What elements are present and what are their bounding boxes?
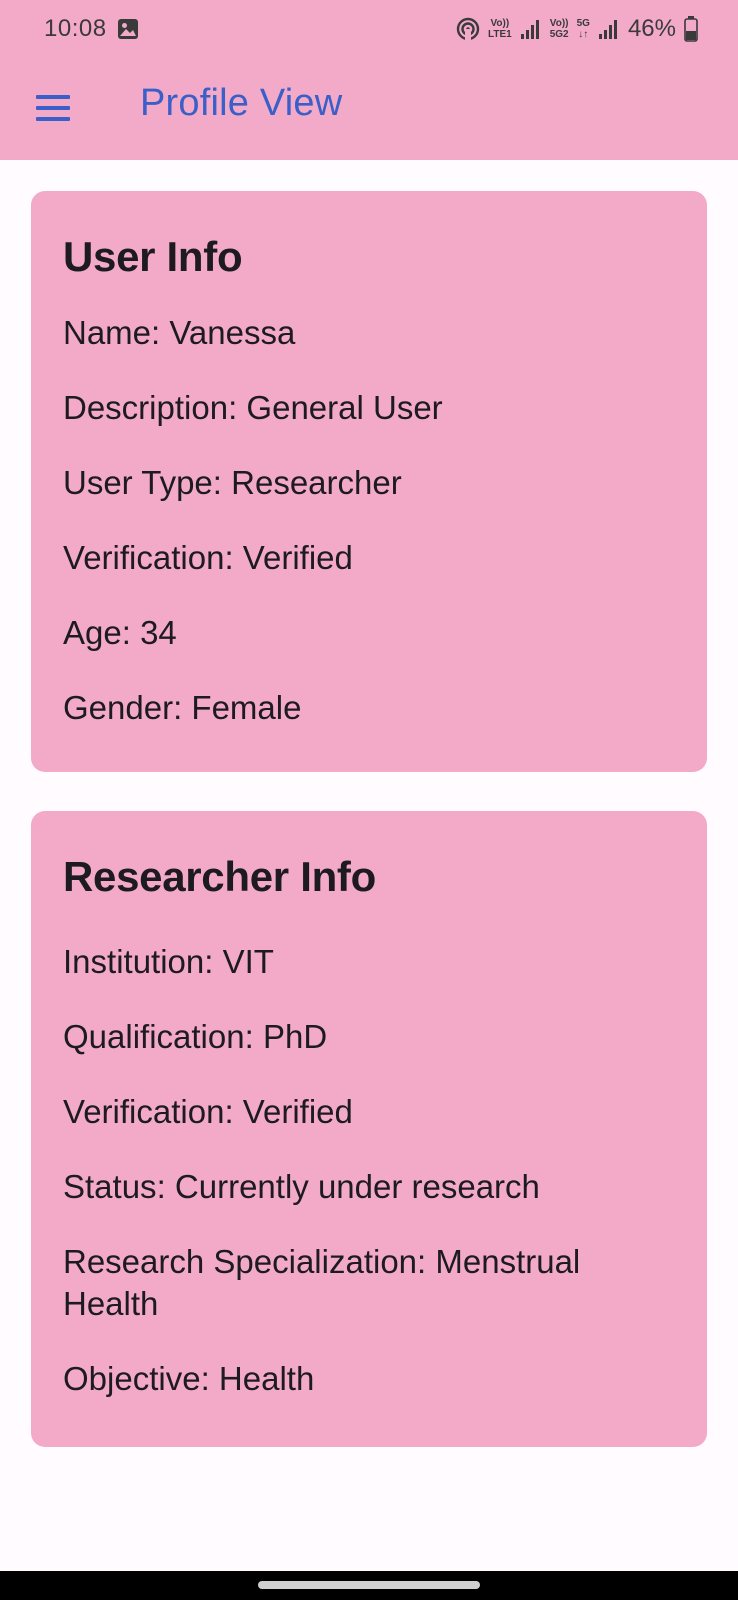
network-tag-3-top: 5G	[576, 18, 590, 29]
row-value: Currently under research	[174, 1168, 540, 1205]
network-tag-3: 5G ↓↑	[577, 18, 590, 40]
row-label: Name	[63, 314, 169, 351]
row-label: Verification	[63, 1093, 243, 1130]
researcher-info-list: InstitutionVIT QualificationPhD Verifica…	[63, 941, 683, 1433]
row-value: Verified	[242, 1093, 353, 1130]
row-value: Verified	[242, 539, 353, 576]
user-info-title: User Info	[63, 233, 243, 280]
network-tag-2-top: Vo))	[549, 18, 569, 29]
network-tag-2: Vo)) 5G2	[550, 18, 569, 40]
researcher-info-row-specialization: Research SpecializationMenstrual Health	[63, 1241, 683, 1325]
row-label: User Type	[63, 464, 231, 501]
researcher-info-row-status: StatusCurrently under research	[63, 1166, 683, 1208]
researcher-info-row-verification: VerificationVerified	[63, 1091, 683, 1133]
network-tag-1-top: Vo))	[490, 18, 510, 29]
user-info-list: NameVanessa DescriptionGeneral User User…	[63, 312, 683, 762]
researcher-info-row-objective: ObjectiveHealth	[63, 1358, 683, 1400]
row-value: PhD	[262, 1018, 328, 1055]
researcher-info-row-qualification: QualificationPhD	[63, 1016, 683, 1058]
row-label: Institution	[63, 943, 223, 980]
network-tag-1: Vo)) LTE1	[488, 18, 512, 40]
battery-icon	[684, 16, 698, 42]
hotspot-icon	[456, 17, 480, 41]
battery-percent: 46%	[627, 15, 676, 42]
researcher-info-row-institution: InstitutionVIT	[63, 941, 683, 983]
row-value: VIT	[222, 943, 274, 980]
user-info-row-user-type: User TypeResearcher	[63, 462, 683, 504]
row-label: Research Specialization	[63, 1243, 435, 1280]
navigation-bar	[0, 1571, 738, 1600]
signal-icon	[598, 18, 620, 40]
user-info-row-description: DescriptionGeneral User	[63, 387, 683, 429]
app-bar: Profile View	[0, 58, 738, 160]
status-time: 10:08	[44, 15, 107, 42]
page-title: Profile View	[140, 82, 343, 124]
gesture-handle[interactable]	[258, 1581, 480, 1589]
network-tag-3-bottom: ↓↑	[578, 29, 589, 40]
network-tag-2-bottom: 5G2	[549, 29, 569, 40]
status-icons: Vo)) LTE1 Vo)) 5G2 5G ↓↑ 46%	[456, 12, 698, 46]
user-info-row-gender: GenderFemale	[63, 687, 683, 729]
row-label: Age	[63, 614, 140, 651]
row-value: Female	[191, 689, 302, 726]
row-label: Gender	[63, 689, 191, 726]
menu-icon[interactable]	[36, 93, 72, 123]
user-info-row-age: Age34	[63, 612, 683, 654]
gallery-icon	[117, 18, 139, 40]
row-value: Health	[218, 1360, 315, 1397]
row-label: Objective	[63, 1360, 219, 1397]
researcher-info-card: Researcher Info InstitutionVIT Qualifica…	[31, 811, 707, 1447]
row-label: Description	[63, 389, 246, 426]
row-value: Vanessa	[169, 314, 296, 351]
user-info-row-verification: VerificationVerified	[63, 537, 683, 579]
row-value: Researcher	[231, 464, 402, 501]
row-label: Status	[63, 1168, 175, 1205]
status-bar: 10:08 Vo)) LTE1 Vo)) 5G2 5G ↓↑ 46%	[0, 0, 738, 58]
signal-icon	[520, 18, 542, 40]
row-label: Qualification	[63, 1018, 263, 1055]
row-value: 34	[140, 614, 177, 651]
network-tag-1-bottom: LTE1	[487, 29, 512, 40]
user-info-row-name: NameVanessa	[63, 312, 683, 354]
researcher-info-title: Researcher Info	[63, 853, 376, 900]
row-label: Verification	[63, 539, 243, 576]
row-value: General User	[246, 389, 443, 426]
user-info-card: User Info NameVanessa DescriptionGeneral…	[31, 191, 707, 772]
